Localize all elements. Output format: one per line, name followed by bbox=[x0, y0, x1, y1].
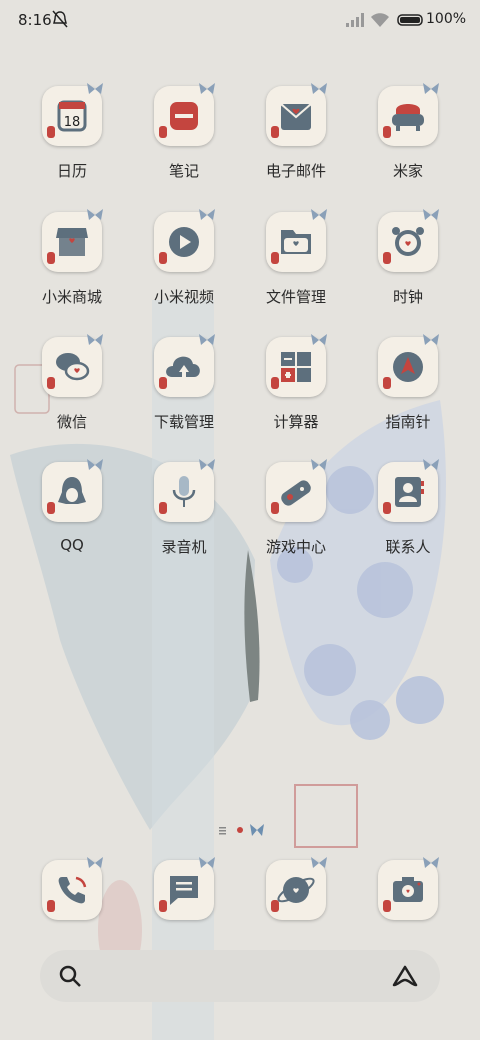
app-mi-store[interactable]: 小米商城 bbox=[22, 209, 122, 322]
butterfly-icon bbox=[311, 459, 327, 470]
red-seal-icon bbox=[47, 126, 55, 138]
butterfly-icon bbox=[199, 459, 215, 470]
butterfly-icon bbox=[199, 83, 215, 94]
red-seal-icon bbox=[383, 377, 391, 389]
calendar-day: 18 bbox=[64, 115, 81, 130]
butterfly-icon bbox=[423, 334, 439, 345]
app-clock[interactable]: 时钟 bbox=[358, 209, 458, 322]
app-label: 指南针 bbox=[385, 413, 431, 431]
app-label: 电子邮件 bbox=[265, 162, 326, 180]
butterfly-icon bbox=[87, 334, 103, 345]
red-seal-icon bbox=[159, 377, 167, 389]
butterfly-icon bbox=[423, 459, 439, 470]
butterfly-icon bbox=[311, 857, 327, 868]
butterfly-icon bbox=[423, 83, 439, 94]
app-contacts[interactable]: 联系人 bbox=[358, 459, 458, 572]
page-indicator[interactable] bbox=[200, 820, 280, 840]
battery-icon bbox=[397, 14, 423, 26]
wifi-icon bbox=[371, 13, 389, 27]
search-bar[interactable] bbox=[40, 950, 440, 1002]
app-label: 游戏中心 bbox=[265, 538, 326, 556]
butterfly-icon bbox=[87, 83, 103, 94]
app-label: 小米视频 bbox=[153, 288, 214, 306]
app-calculator[interactable]: 计算器 bbox=[246, 334, 346, 447]
red-seal-icon bbox=[383, 900, 391, 912]
status-time: 8:16 bbox=[18, 11, 52, 29]
app-mi-video[interactable]: 小米视频 bbox=[134, 209, 234, 322]
red-seal-icon bbox=[271, 252, 279, 264]
app-label: 录音机 bbox=[161, 538, 207, 556]
red-seal-icon bbox=[159, 252, 167, 264]
search-icon[interactable] bbox=[58, 964, 82, 988]
red-seal-icon bbox=[271, 377, 279, 389]
app-notes[interactable]: 笔记 bbox=[134, 83, 234, 196]
butterfly-icon bbox=[199, 334, 215, 345]
signal-icon bbox=[346, 13, 364, 27]
red-seal-icon bbox=[159, 900, 167, 912]
app-label: 联系人 bbox=[385, 538, 431, 556]
app-label: 小米商城 bbox=[41, 288, 102, 306]
assistant-icon[interactable] bbox=[392, 964, 418, 988]
app-download-manager[interactable]: 下载管理 bbox=[134, 334, 234, 447]
red-seal-icon bbox=[271, 502, 279, 514]
red-seal-icon bbox=[383, 126, 391, 138]
red-seal-icon bbox=[47, 502, 55, 514]
battery-percent: 100% bbox=[426, 11, 467, 27]
app-label: QQ bbox=[60, 536, 84, 554]
app-game-center[interactable]: 游戏中心 bbox=[246, 459, 346, 572]
red-seal-icon bbox=[47, 377, 55, 389]
app-label: 文件管理 bbox=[265, 288, 326, 306]
app-label: 计算器 bbox=[273, 413, 319, 431]
app-qq[interactable]: QQ bbox=[22, 459, 122, 572]
app-email[interactable]: 电子邮件 bbox=[246, 83, 346, 196]
butterfly-icon bbox=[87, 857, 103, 868]
app-label: 日历 bbox=[56, 162, 87, 180]
butterfly-icon bbox=[199, 857, 215, 868]
app-label: 时钟 bbox=[392, 288, 423, 306]
mute-bell-icon bbox=[52, 10, 68, 28]
butterfly-icon bbox=[87, 459, 103, 470]
butterfly-icon bbox=[199, 209, 215, 220]
app-wechat[interactable]: 微信 bbox=[22, 334, 122, 447]
app-label: 米家 bbox=[392, 162, 423, 180]
app-calendar[interactable]: 18 日历 bbox=[22, 83, 122, 196]
app-recorder[interactable]: 录音机 bbox=[134, 459, 234, 572]
red-seal-icon bbox=[47, 252, 55, 264]
status-bar: 8:16 100% bbox=[0, 0, 480, 40]
app-label: 微信 bbox=[56, 413, 87, 431]
red-seal-icon bbox=[271, 126, 279, 138]
red-seal-icon bbox=[159, 502, 167, 514]
app-mijia[interactable]: 米家 bbox=[358, 83, 458, 196]
app-label: 笔记 bbox=[168, 162, 199, 180]
butterfly-icon bbox=[423, 209, 439, 220]
red-seal-icon bbox=[383, 252, 391, 264]
red-seal-icon bbox=[47, 900, 55, 912]
app-compass[interactable]: 指南针 bbox=[358, 334, 458, 447]
butterfly-icon bbox=[87, 209, 103, 220]
butterfly-icon bbox=[423, 857, 439, 868]
red-seal-icon bbox=[159, 126, 167, 138]
app-file-manager[interactable]: 文件管理 bbox=[246, 209, 346, 322]
red-seal-icon bbox=[271, 900, 279, 912]
butterfly-icon bbox=[311, 83, 327, 94]
red-seal-icon bbox=[383, 502, 391, 514]
butterfly-icon bbox=[311, 209, 327, 220]
butterfly-icon bbox=[311, 334, 327, 345]
app-label: 下载管理 bbox=[153, 413, 214, 431]
